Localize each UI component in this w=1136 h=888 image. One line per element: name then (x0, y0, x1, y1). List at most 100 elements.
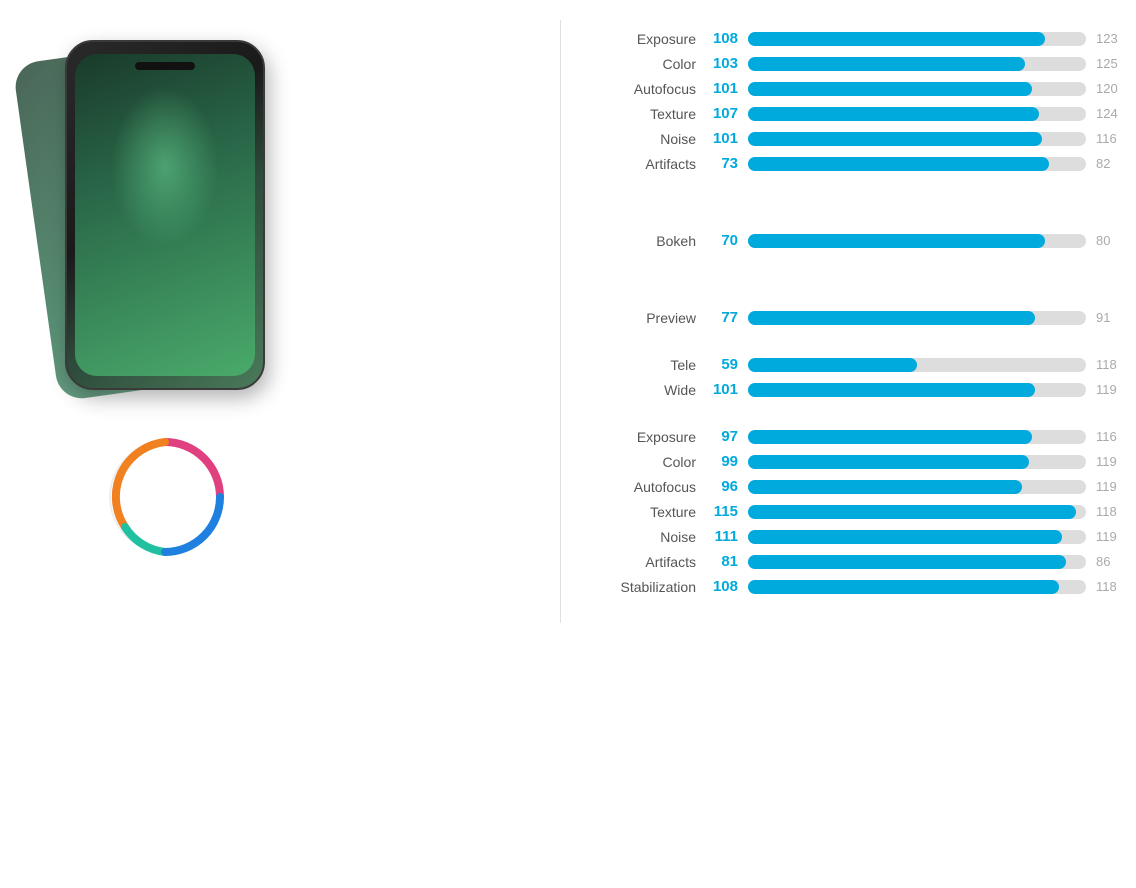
bar-max: 86 (1096, 554, 1126, 569)
score-row: Exposure 97 116 (601, 428, 1126, 445)
score-row: Noise 111 119 (601, 528, 1126, 545)
bar-max: 120 (1096, 81, 1126, 96)
bar-fill (748, 57, 1025, 71)
score-value: 101 (702, 130, 738, 147)
score-label: Autofocus (601, 479, 696, 495)
bar-fill (748, 157, 1049, 171)
score-row: Bokeh 70 80 (601, 232, 1126, 249)
score-row: Artifacts 81 86 (601, 553, 1126, 570)
score-label: Preview (601, 310, 696, 326)
mid-divider (560, 20, 561, 623)
phone-screen (75, 54, 255, 376)
score-label: Artifacts (601, 554, 696, 570)
bar-fill (748, 234, 1045, 248)
bar-fill (748, 455, 1029, 469)
bar-track (748, 157, 1086, 171)
bar-max: 124 (1096, 106, 1126, 121)
bar-track (748, 580, 1086, 594)
bar-fill (748, 430, 1032, 444)
bar-max: 123 (1096, 31, 1126, 46)
score-label: Noise (601, 529, 696, 545)
bar-max: 119 (1096, 529, 1126, 544)
score-value: 108 (702, 578, 738, 595)
score-value: 101 (702, 80, 738, 97)
score-row: Texture 115 118 (601, 503, 1126, 520)
score-label: Bokeh (601, 233, 696, 249)
sub-scores: Exposure 108 123 Color 103 125 Autofocus… (571, 20, 1126, 623)
score-value: 70 (702, 232, 738, 249)
score-label: Color (601, 454, 696, 470)
score-value: 99 (702, 453, 738, 470)
category-bokeh (350, 132, 550, 134)
score-row: Tele 59 118 (601, 356, 1126, 373)
bar-max: 118 (1096, 357, 1126, 372)
score-row: Exposure 108 123 (601, 30, 1126, 47)
score-label: Texture (601, 106, 696, 122)
bar-fill (748, 580, 1059, 594)
bar-track (748, 358, 1086, 372)
category-scores (320, 20, 550, 623)
bar-fill (748, 480, 1022, 494)
score-label: Artifacts (601, 156, 696, 172)
device-image (30, 30, 300, 400)
score-value: 73 (702, 155, 738, 172)
dxo-score-widget (100, 432, 230, 570)
score-row: Stabilization 108 118 (601, 578, 1126, 595)
bar-max: 91 (1096, 310, 1126, 325)
bar-track (748, 530, 1086, 544)
score-value: 101 (702, 381, 738, 398)
bar-track (748, 383, 1086, 397)
score-value: 59 (702, 356, 738, 373)
score-label: Noise (601, 131, 696, 147)
bar-track (748, 57, 1086, 71)
photo-sub-scores: Exposure 108 123 Color 103 125 Autofocus… (601, 30, 1126, 172)
score-value: 97 (702, 428, 738, 445)
scores-area: Exposure 108 123 Color 103 125 Autofocus… (320, 20, 1126, 623)
bar-fill (748, 82, 1032, 96)
bar-track (748, 430, 1086, 444)
bar-max: 118 (1096, 579, 1126, 594)
category-zoom (350, 296, 550, 298)
bar-max: 118 (1096, 504, 1126, 519)
bar-fill (748, 311, 1035, 325)
score-value: 77 (702, 309, 738, 326)
score-label: Exposure (601, 31, 696, 47)
score-value: 108 (702, 30, 738, 47)
category-video (350, 428, 550, 430)
phone-body (65, 40, 265, 390)
bar-track (748, 132, 1086, 146)
bar-max: 116 (1096, 131, 1126, 146)
score-label: Color (601, 56, 696, 72)
score-value: 96 (702, 478, 738, 495)
bar-max: 119 (1096, 479, 1126, 494)
score-value: 115 (702, 503, 738, 520)
bar-max: 82 (1096, 156, 1126, 171)
bar-track (748, 455, 1086, 469)
bar-fill (748, 32, 1045, 46)
page-container: Exposure 108 123 Color 103 125 Autofocus… (0, 0, 1136, 643)
bar-track (748, 107, 1086, 121)
score-label: Stabilization (601, 579, 696, 595)
bar-fill (748, 505, 1076, 519)
bar-fill (748, 107, 1039, 121)
bar-track (748, 505, 1086, 519)
score-row: Color 99 119 (601, 453, 1126, 470)
score-row: Artifacts 73 82 (601, 155, 1126, 172)
bar-track (748, 480, 1086, 494)
score-label: Tele (601, 357, 696, 373)
bar-track (748, 234, 1086, 248)
score-row: Color 103 125 (601, 55, 1126, 72)
score-row: Texture 107 124 (601, 105, 1126, 122)
category-preview (350, 214, 550, 216)
score-value: 107 (702, 105, 738, 122)
score-label: Wide (601, 382, 696, 398)
bar-fill (748, 383, 1035, 397)
bar-track (748, 555, 1086, 569)
bar-max: 119 (1096, 454, 1126, 469)
category-photo (350, 30, 550, 32)
score-value: 81 (702, 553, 738, 570)
bar-fill (748, 132, 1042, 146)
bar-fill (748, 358, 917, 372)
score-row: Autofocus 101 120 (601, 80, 1126, 97)
bar-fill (748, 555, 1066, 569)
